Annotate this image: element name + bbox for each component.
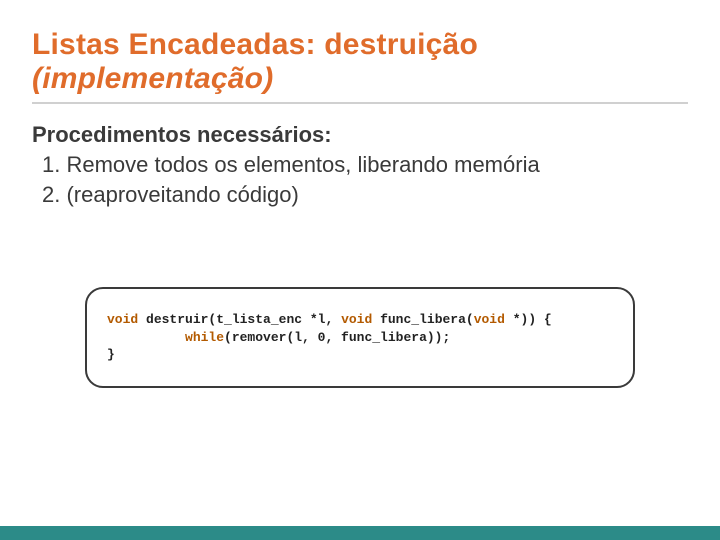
title-main: Listas Encadeadas: destruição [32,28,478,61]
code-text: destruir(t_lista_enc *l, [138,312,341,327]
keyword-void: void [107,312,138,327]
keyword-void: void [474,312,505,327]
slide-title: Listas Encadeadas: destruição (implement… [32,28,688,96]
code-content: void destruir(t_lista_enc *l, void func_… [107,311,613,364]
slide-container: Listas Encadeadas: destruição (implement… [0,0,720,540]
keyword-while: while [185,330,224,345]
title-implementation: (implementação) [32,62,273,95]
code-text: func_libera( [372,312,473,327]
procedure-item-2: 2. (reaproveitando código) [32,180,688,210]
code-text: } [107,347,115,362]
footer-bar [0,526,720,540]
code-text: (remover(l, 0, func_libera)); [224,330,450,345]
code-block: void destruir(t_lista_enc *l, void func_… [85,287,635,388]
code-indent [107,330,185,345]
procedure-item-1: 1. Remove todos os elementos, liberando … [32,150,688,180]
code-text: *)) { [505,312,552,327]
keyword-void: void [341,312,372,327]
procedures-heading: Procedimentos necessários: [32,122,688,148]
title-underline [32,102,688,104]
